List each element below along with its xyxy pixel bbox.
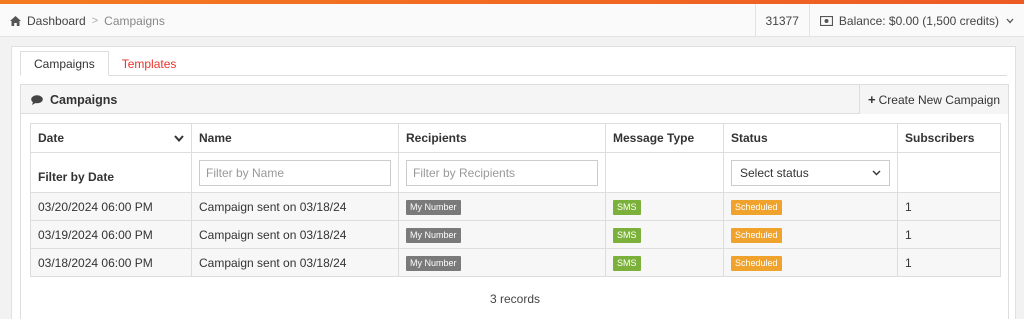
filter-by-date-label: Filter by Date (38, 169, 115, 184)
cell-subscribers: 1 (897, 192, 1001, 221)
create-campaign-button[interactable]: + Create New Campaign (859, 85, 1008, 114)
account-id: 31377 (754, 4, 809, 37)
cell-date: 03/20/2024 06:00 PM (30, 192, 192, 221)
panel-title-label: Campaigns (50, 92, 118, 107)
column-header-date-label: Date (38, 131, 65, 145)
table-header-row: Date Name Recipients Message Type Status… (30, 123, 1001, 153)
recipients-badge: My Number (406, 199, 461, 215)
filter-recipients-input[interactable] (406, 159, 598, 186)
tab-campaigns[interactable]: Campaigns (20, 51, 109, 76)
cell-name: Campaign sent on 03/18/24 (191, 192, 399, 221)
top-header: Dashboard > Campaigns 31377 Balance: $0.… (0, 4, 1024, 37)
status-badge: Scheduled (731, 255, 782, 271)
chevron-down-icon (1006, 18, 1014, 23)
comment-icon (31, 94, 43, 105)
column-header-status[interactable]: Status (723, 123, 898, 153)
breadcrumb: Dashboard > Campaigns (10, 4, 165, 37)
column-header-subscribers[interactable]: Subscribers (897, 123, 1001, 153)
breadcrumb-current: Campaigns (104, 13, 165, 28)
create-campaign-label: Create New Campaign (878, 92, 1000, 107)
sort-chevron-icon[interactable] (174, 134, 184, 142)
balance-label: Balance: $0.00 (1,500 credits) (838, 13, 999, 28)
message-type-badge: SMS (613, 255, 641, 271)
cell-subscribers: 1 (897, 248, 1001, 277)
home-icon (10, 15, 21, 26)
column-header-recipients[interactable]: Recipients (398, 123, 606, 153)
cell-name: Campaign sent on 03/18/24 (191, 220, 399, 249)
money-icon (819, 15, 833, 26)
main-content: Campaigns Templates Campaigns + Create N… (11, 46, 1016, 319)
chevron-down-icon (872, 170, 881, 175)
record-count: 3 records (489, 292, 541, 306)
campaigns-table: Date Name Recipients Message Type Status… (30, 123, 1001, 277)
filter-name-input[interactable] (199, 159, 391, 186)
balance-dropdown[interactable]: Balance: $0.00 (1,500 credits) (808, 4, 1024, 37)
column-header-name[interactable]: Name (191, 123, 399, 153)
status-badge: Scheduled (731, 227, 782, 243)
filter-row: Filter by Date Select status (30, 152, 1001, 193)
message-type-badge: SMS (613, 227, 641, 243)
filter-status-value: Select status (740, 165, 809, 180)
status-badge: Scheduled (731, 199, 782, 215)
message-type-badge: SMS (613, 199, 641, 215)
cell-name: Campaign sent on 03/18/24 (191, 248, 399, 277)
cell-date: 03/19/2024 06:00 PM (30, 220, 192, 249)
table-row[interactable]: 03/20/2024 06:00 PM Campaign sent on 03/… (30, 192, 1001, 221)
breadcrumb-dashboard-link[interactable]: Dashboard (27, 14, 86, 28)
recipients-badge: My Number (406, 255, 461, 271)
column-header-message-type[interactable]: Message Type (605, 123, 724, 153)
tab-bar: Campaigns Templates (20, 51, 189, 76)
panel-title: Campaigns (31, 85, 117, 114)
column-header-date[interactable]: Date (30, 123, 192, 153)
table-row[interactable]: 03/19/2024 06:00 PM Campaign sent on 03/… (30, 220, 1001, 249)
cell-date: 03/18/2024 06:00 PM (30, 248, 192, 277)
table-row[interactable]: 03/18/2024 06:00 PM Campaign sent on 03/… (30, 248, 1001, 277)
filter-status-select[interactable]: Select status (731, 159, 890, 186)
cell-subscribers: 1 (897, 220, 1001, 249)
header-account-area: 31377 Balance: $0.00 (1,500 credits) (754, 4, 1024, 37)
breadcrumb-separator: > (91, 14, 99, 27)
tab-divider (20, 75, 1007, 76)
campaigns-panel: Campaigns + Create New Campaign Date Nam… (20, 84, 1009, 319)
recipients-badge: My Number (406, 227, 461, 243)
plus-icon: + (868, 92, 876, 107)
panel-header: Campaigns + Create New Campaign (21, 85, 1008, 114)
tab-templates[interactable]: Templates (109, 51, 190, 76)
